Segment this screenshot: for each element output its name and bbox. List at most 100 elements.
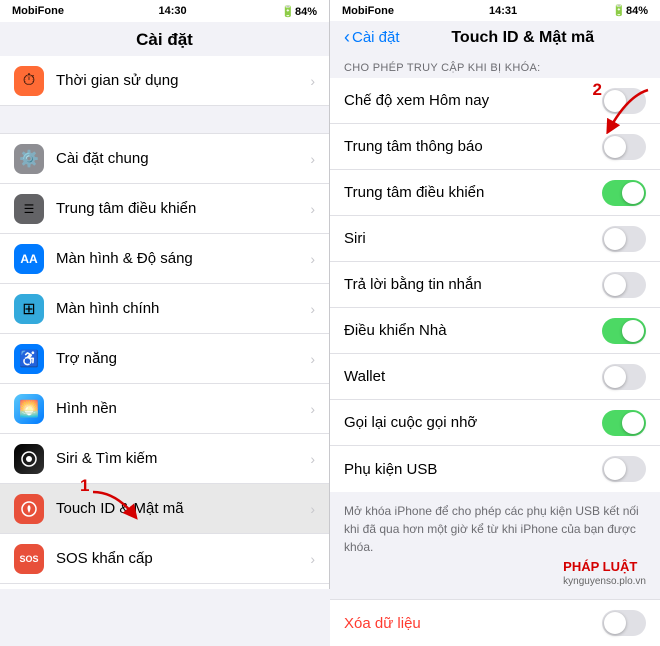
right-battery: 🔋84% bbox=[612, 4, 648, 17]
back-label: Cài đặt bbox=[352, 29, 400, 46]
right-panel: MobiFone 14:31 🔋84% ‹ Cài đặt Touch ID &… bbox=[330, 0, 660, 589]
annotation-2: 2 bbox=[593, 80, 602, 100]
screen-time-label: Thời gian sử dụng bbox=[56, 72, 310, 89]
chevron-icon: › bbox=[310, 401, 315, 417]
home-label: Điều khiển Nhà bbox=[344, 322, 602, 339]
sos-icon: SOS bbox=[14, 544, 44, 574]
right-item-notif[interactable]: Trung tâm thông báo 2 bbox=[330, 124, 660, 170]
reply-label: Trả lời bằng tin nhắn bbox=[344, 276, 602, 293]
reply-toggle[interactable] bbox=[602, 272, 646, 298]
sidebar-item-wallpaper[interactable]: 🌅 Hình nền › bbox=[0, 384, 329, 434]
chevron-icon: › bbox=[310, 201, 315, 217]
sidebar-item-sos[interactable]: SOS SOS khẩn cấp › bbox=[0, 534, 329, 584]
sidebar-item-exposure[interactable]: 📡 Thông báo tiếp xúc › bbox=[0, 584, 329, 589]
toggle-knob bbox=[604, 90, 626, 112]
right-item-siri[interactable]: Siri bbox=[330, 216, 660, 262]
today-toggle[interactable] bbox=[602, 88, 646, 114]
display-label: Màn hình & Độ sáng bbox=[56, 250, 310, 267]
sidebar-item-general[interactable]: ⚙️ Cài đặt chung › bbox=[0, 134, 329, 184]
left-panel: MobiFone 14:30 🔋84% Cài đặt ⏱ Thời gian … bbox=[0, 0, 330, 589]
general-icon: ⚙️ bbox=[14, 144, 44, 174]
right-header: ‹ Cài đặt Touch ID & Mật mã bbox=[330, 21, 660, 54]
chevron-icon: › bbox=[310, 73, 315, 89]
delete-label: Xóa dữ liệu bbox=[344, 615, 602, 632]
sidebar-item-control[interactable]: ☰ Trung tâm điều khiển › bbox=[0, 184, 329, 234]
siri-icon bbox=[14, 444, 44, 474]
screen-time-icon: ⏱ bbox=[14, 66, 44, 96]
siri-label: Siri & Tìm kiếm bbox=[56, 450, 310, 467]
wallpaper-icon: 🌅 bbox=[14, 394, 44, 424]
sidebar-item-touchid[interactable]: Touch ID & Mật mã › 1 bbox=[0, 484, 329, 534]
sidebar-item-display[interactable]: AA Màn hình & Độ sáng › bbox=[0, 234, 329, 284]
note-text: Mở khóa iPhone để cho phép các phụ kiện … bbox=[344, 504, 639, 554]
left-header: Cài đặt bbox=[0, 22, 329, 56]
right-title: Touch ID & Mật mã bbox=[400, 29, 646, 47]
wallet-toggle[interactable] bbox=[602, 364, 646, 390]
accessibility-icon: ♿ bbox=[14, 344, 44, 374]
brand-name: PHÁP LUẬT bbox=[563, 560, 646, 574]
delete-toggle[interactable] bbox=[602, 610, 646, 636]
right-item-control[interactable]: Trung tâm điều khiển bbox=[330, 170, 660, 216]
today-label: Chế độ xem Hôm nay bbox=[344, 92, 602, 109]
touchid-icon bbox=[14, 494, 44, 524]
right-item-delete[interactable]: Xóa dữ liệu bbox=[330, 600, 660, 646]
home-screen-icon: ⊞ bbox=[14, 294, 44, 324]
toggle-knob bbox=[604, 228, 626, 250]
chevron-icon: › bbox=[310, 301, 315, 317]
control-label: Trung tâm điều khiển bbox=[56, 200, 310, 217]
home-screen-label: Màn hình chính bbox=[56, 300, 310, 317]
right-list: Chế độ xem Hôm nay Trung tâm thông báo 2… bbox=[330, 78, 660, 492]
back-chevron-icon: ‹ bbox=[344, 27, 350, 48]
right-time: 14:31 bbox=[489, 5, 517, 17]
control-toggle[interactable] bbox=[602, 180, 646, 206]
right-item-reply[interactable]: Trả lời bằng tin nhắn bbox=[330, 262, 660, 308]
left-battery: 🔋84% bbox=[281, 5, 317, 18]
toggle-knob bbox=[622, 182, 644, 204]
usb-label: Phụ kiện USB bbox=[344, 461, 602, 478]
siri-toggle[interactable] bbox=[602, 226, 646, 252]
control-label: Trung tâm điều khiển bbox=[344, 184, 602, 201]
accessibility-label: Trợ năng bbox=[56, 350, 310, 367]
brand-sub: kynguyenso.plo.vn bbox=[563, 574, 646, 589]
chevron-icon: › bbox=[310, 501, 315, 517]
left-list: ⏱ Thời gian sử dụng › ⚙️ Cài đặt chung ›… bbox=[0, 56, 329, 589]
sidebar-item-home-screen[interactable]: ⊞ Màn hình chính › bbox=[0, 284, 329, 334]
toggle-knob bbox=[622, 320, 644, 342]
left-time: 14:30 bbox=[159, 5, 187, 17]
sidebar-item-screen-time[interactable]: ⏱ Thời gian sử dụng › bbox=[0, 56, 329, 106]
control-icon: ☰ bbox=[14, 194, 44, 224]
touchid-label: Touch ID & Mật mã bbox=[56, 500, 310, 517]
right-item-usb[interactable]: Phụ kiện USB bbox=[330, 446, 660, 492]
delete-section: Xóa dữ liệu bbox=[330, 600, 660, 646]
toggle-knob bbox=[604, 366, 626, 388]
wallpaper-label: Hình nền bbox=[56, 400, 310, 417]
right-item-today[interactable]: Chế độ xem Hôm nay bbox=[330, 78, 660, 124]
toggle-knob bbox=[604, 458, 626, 480]
toggle-knob bbox=[622, 412, 644, 434]
chevron-icon: › bbox=[310, 151, 315, 167]
right-item-home[interactable]: Điều khiển Nhà bbox=[330, 308, 660, 354]
back-button[interactable]: ‹ Cài đặt bbox=[344, 27, 400, 48]
sos-label: SOS khẩn cấp bbox=[56, 550, 310, 567]
sidebar-item-siri[interactable]: Siri & Tìm kiếm › bbox=[0, 434, 329, 484]
note-box: Mở khóa iPhone để cho phép các phụ kiện … bbox=[330, 492, 660, 600]
siri-label: Siri bbox=[344, 230, 602, 247]
list-spacer bbox=[0, 106, 329, 134]
chevron-icon: › bbox=[310, 351, 315, 367]
right-carrier: MobiFone bbox=[342, 5, 394, 17]
wallet-label: Wallet bbox=[344, 368, 602, 385]
right-item-recall[interactable]: Gọi lại cuộc gọi nhỡ bbox=[330, 400, 660, 446]
right-item-wallet[interactable]: Wallet bbox=[330, 354, 660, 400]
left-carrier: MobiFone bbox=[12, 5, 64, 17]
sidebar-item-accessibility[interactable]: ♿ Trợ năng › bbox=[0, 334, 329, 384]
display-icon: AA bbox=[14, 244, 44, 274]
section-header: CHO PHÉP TRUY CẬP KHI BỊ KHÓA: bbox=[330, 54, 660, 78]
notif-label: Trung tâm thông báo bbox=[344, 138, 602, 155]
usb-toggle[interactable] bbox=[602, 456, 646, 482]
toggle-knob bbox=[604, 274, 626, 296]
recall-label: Gọi lại cuộc gọi nhỡ bbox=[344, 414, 602, 431]
left-status-bar: MobiFone 14:30 🔋84% bbox=[0, 0, 329, 22]
notif-toggle[interactable] bbox=[602, 134, 646, 160]
recall-toggle[interactable] bbox=[602, 410, 646, 436]
home-toggle[interactable] bbox=[602, 318, 646, 344]
